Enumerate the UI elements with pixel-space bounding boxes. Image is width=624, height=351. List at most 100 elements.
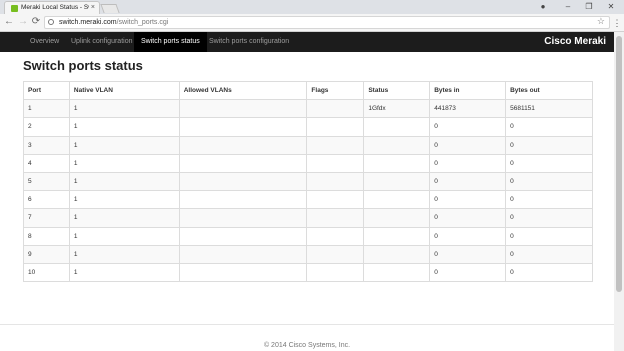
- url-host: switch.meraki.com: [59, 19, 117, 26]
- column-header-status: Status: [363, 80, 431, 101]
- cell-native-vlan: 1: [68, 190, 180, 210]
- column-header-flags: Flags: [306, 80, 365, 101]
- cell-allowed-vlans: [178, 135, 308, 155]
- site-info-icon[interactable]: [48, 19, 54, 25]
- cell-status: [363, 226, 431, 246]
- cell-allowed-vlans: [178, 117, 308, 137]
- table-row: 61 00: [23, 190, 593, 210]
- cell-native-vlan: 1: [68, 208, 180, 228]
- browser-toolbar: ← → ⟳ switch.meraki.com/switch_ports.cgi…: [0, 14, 624, 32]
- cell-bytes-in: 0: [429, 208, 507, 228]
- cell-allowed-vlans: [178, 262, 308, 283]
- cell-status: 1Gfdx: [363, 99, 431, 119]
- cell-bytes-out: 0: [505, 262, 593, 283]
- cell-port: 10: [23, 262, 70, 283]
- cell-status: [363, 262, 431, 283]
- cell-bytes-out: 0: [505, 135, 593, 155]
- forward-icon[interactable]: →: [17, 16, 29, 28]
- cell-bytes-in: 0: [429, 153, 507, 173]
- nav-switch-ports-configuration[interactable]: Switch ports configuration: [202, 32, 296, 52]
- maximize-icon[interactable]: ❐: [580, 0, 598, 14]
- reload-icon[interactable]: ⟳: [30, 16, 42, 28]
- cell-native-vlan: 1: [68, 135, 180, 155]
- cell-status: [363, 135, 431, 155]
- table-row: 21 00: [23, 117, 593, 137]
- cell-native-vlan: 1: [68, 99, 180, 119]
- cell-bytes-out: 0: [505, 153, 593, 173]
- minimize-icon[interactable]: –: [559, 0, 577, 14]
- account-icon[interactable]: ●: [534, 0, 552, 14]
- table-row: 41 00: [23, 153, 593, 173]
- cell-flags: [306, 262, 365, 283]
- cell-flags: [306, 135, 365, 155]
- cell-status: [363, 208, 431, 228]
- browser-tab[interactable]: Meraki Local Status - Swi ×: [4, 1, 100, 14]
- cell-bytes-out: 0: [505, 117, 593, 137]
- cell-allowed-vlans: [178, 153, 308, 173]
- cell-bytes-out: 0: [505, 244, 593, 264]
- browser-tabstrip: Meraki Local Status - Swi × ● – ❐ ✕: [0, 0, 624, 14]
- close-window-icon[interactable]: ✕: [602, 0, 620, 14]
- copyright-text: © 2014 Cisco Systems, Inc.: [263, 342, 351, 349]
- table-row: 81 00: [23, 226, 593, 246]
- cell-flags: [306, 171, 365, 192]
- nav-switch-ports-status[interactable]: Switch ports status: [134, 32, 207, 52]
- meraki-favicon-icon: [11, 5, 18, 12]
- cell-native-vlan: 1: [68, 171, 180, 192]
- browser-menu-icon[interactable]: ⋮: [612, 17, 622, 29]
- cell-bytes-out: 5681151: [505, 99, 593, 119]
- cell-flags: [306, 208, 365, 228]
- page-title: Switch ports status: [23, 58, 143, 73]
- column-header-bytes-in: Bytes in: [429, 80, 507, 101]
- cell-status: [363, 171, 431, 192]
- url-text: switch.meraki.com/switch_ports.cgi: [59, 17, 168, 28]
- column-header-native-vlan: Native VLAN: [68, 80, 180, 101]
- bookmark-star-icon[interactable]: ☆: [597, 16, 605, 27]
- cell-bytes-in: 0: [429, 135, 507, 155]
- tab-close-icon[interactable]: ×: [91, 2, 95, 14]
- cell-native-vlan: 1: [68, 262, 180, 283]
- cell-port: 7: [23, 208, 70, 228]
- cell-allowed-vlans: [178, 190, 308, 210]
- cell-allowed-vlans: [178, 208, 308, 228]
- table-header: Port Native VLAN Allowed VLANs Flags Status B…: [23, 80, 593, 101]
- page-content: Overview Uplink configuration Switch por…: [0, 32, 614, 351]
- cell-bytes-in: 441873: [429, 99, 507, 119]
- cell-native-vlan: 1: [68, 153, 180, 173]
- cell-flags: [306, 244, 365, 264]
- switch-ports-table: Port Native VLAN Allowed VLANs Flags Status B…: [23, 80, 593, 283]
- cell-bytes-in: 0: [429, 262, 507, 283]
- nav-overview[interactable]: Overview: [23, 32, 66, 52]
- cell-bytes-out: 0: [505, 208, 593, 228]
- new-tab-button[interactable]: [100, 4, 120, 13]
- cell-port: 3: [23, 135, 70, 155]
- table-row: 91 00: [23, 244, 593, 264]
- cell-bytes-out: 0: [505, 190, 593, 210]
- tab-title: Meraki Local Status - Swi: [21, 4, 89, 11]
- cell-flags: [306, 99, 365, 119]
- cell-bytes-in: 0: [429, 190, 507, 210]
- cell-port: 1: [23, 99, 70, 119]
- cell-native-vlan: 1: [68, 244, 180, 264]
- cell-flags: [306, 153, 365, 173]
- table-row: 71 00: [23, 208, 593, 228]
- back-icon[interactable]: ←: [3, 16, 15, 28]
- top-navbar: Overview Uplink configuration Switch por…: [0, 32, 614, 52]
- brand-logo[interactable]: Cisco Meraki: [544, 32, 606, 52]
- page-scrollbar[interactable]: [614, 32, 624, 351]
- cell-allowed-vlans: [178, 244, 308, 264]
- nav-uplink-configuration[interactable]: Uplink configuration: [64, 32, 139, 52]
- cell-port: 2: [23, 117, 70, 137]
- cell-flags: [306, 190, 365, 210]
- cell-port: 8: [23, 226, 70, 246]
- cell-allowed-vlans: [178, 171, 308, 192]
- cell-port: 5: [23, 171, 70, 192]
- cell-bytes-out: 0: [505, 171, 593, 192]
- cell-status: [363, 190, 431, 210]
- table-row: 31 00: [23, 135, 593, 155]
- address-bar[interactable]: switch.meraki.com/switch_ports.cgi ☆: [44, 16, 610, 29]
- cell-bytes-in: 0: [429, 171, 507, 192]
- cell-port: 4: [23, 153, 70, 173]
- scrollbar-thumb[interactable]: [616, 36, 622, 292]
- cell-flags: [306, 226, 365, 246]
